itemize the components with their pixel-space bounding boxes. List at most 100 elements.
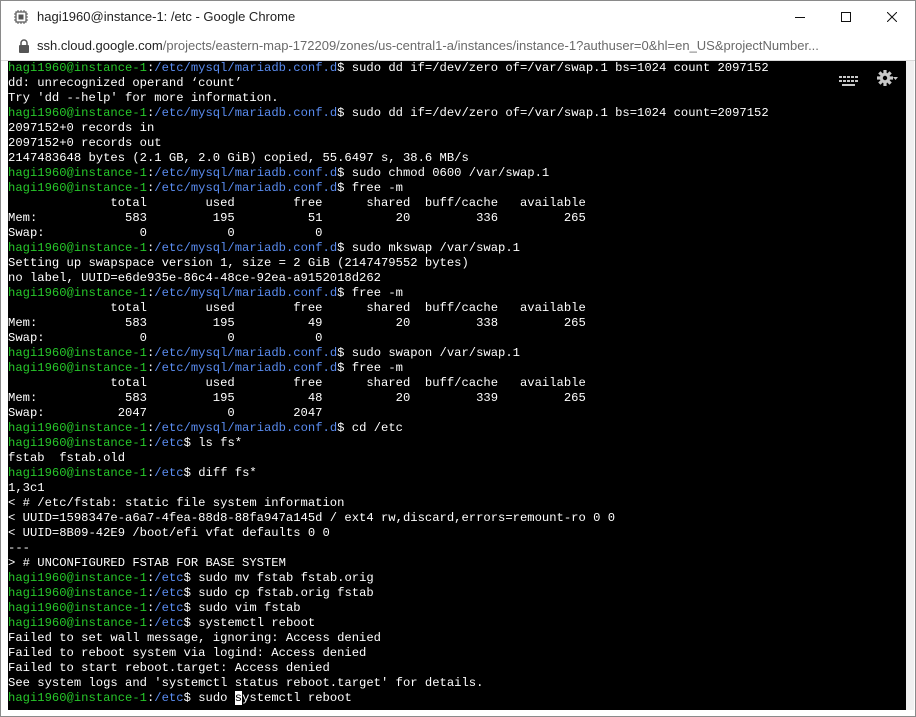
gear-icon[interactable] xyxy=(876,69,898,92)
command-text: cd /etc xyxy=(351,421,403,435)
title-bar[interactable]: hagi1960@instance-1: /etc - Google Chrom… xyxy=(1,1,915,32)
terminal-output-line: Swap: 0 0 0 xyxy=(8,331,769,346)
prompt-user: hagi1960@instance-1 xyxy=(8,106,147,120)
terminal-prompt-line: hagi1960@instance-1:/etc/mysql/mariadb.c… xyxy=(8,166,769,181)
output-text: Failed to start reboot.target: Access de… xyxy=(8,661,330,675)
prompt-path: /etc/mysql/mariadb.conf.d xyxy=(154,286,338,300)
address-bar[interactable]: ssh.cloud.google.com/projects/eastern-ma… xyxy=(1,32,915,61)
prompt-user: hagi1960@instance-1 xyxy=(8,586,147,600)
terminal-output-line: Try 'dd --help' for more information. xyxy=(8,91,769,106)
terminal-prompt-line: hagi1960@instance-1:/etc/mysql/mariadb.c… xyxy=(8,286,769,301)
terminal-prompt-line: hagi1960@instance-1:/etc$ sudo cp fstab.… xyxy=(8,586,769,601)
terminal-output-line: 2147483648 bytes (2.1 GB, 2.0 GiB) copie… xyxy=(8,151,769,166)
output-text: total used free shared buff/cache availa… xyxy=(8,376,586,390)
url-host: ssh.cloud.google.com xyxy=(37,38,163,53)
command-text: free -m xyxy=(351,286,403,300)
output-text: fstab fstab.old xyxy=(8,451,126,465)
terminal-output-line: --- xyxy=(8,541,769,556)
prompt-user: hagi1960@instance-1 xyxy=(8,181,147,195)
command-text: free -m xyxy=(351,361,403,375)
terminal-output-line: fstab fstab.old xyxy=(8,451,769,466)
command-text: ls fs* xyxy=(198,436,243,450)
window-title: hagi1960@instance-1: /etc - Google Chrom… xyxy=(37,9,296,24)
terminal-prompt-line: hagi1960@instance-1:/etc$ sudo vim fstab xyxy=(8,601,769,616)
lock-icon[interactable] xyxy=(18,39,30,53)
prompt-path: /etc/mysql/mariadb.conf.d xyxy=(154,421,338,435)
output-text: total used free shared buff/cache availa… xyxy=(8,196,586,210)
terminal-prompt-line: hagi1960@instance-1:/etc/mysql/mariadb.c… xyxy=(8,346,769,361)
close-icon xyxy=(887,11,897,22)
terminal-prompt-line: hagi1960@instance-1:/etc/mysql/mariadb.c… xyxy=(8,241,769,256)
command-text: sudo dd if=/dev/zero of=/var/swap.1 bs=1… xyxy=(351,61,769,75)
terminal-output-line: 2097152+0 records in xyxy=(8,121,769,136)
terminal-prompt-line: hagi1960@instance-1:/etc$ systemctl rebo… xyxy=(8,616,769,631)
output-text: 1,3c1 xyxy=(8,481,45,495)
output-text: 2097152+0 records out xyxy=(8,136,162,150)
command-text: diff fs* xyxy=(198,466,257,480)
terminal-cursor: s xyxy=(234,691,243,705)
output-text: < # /etc/fstab: static file system infor… xyxy=(8,496,345,510)
command-text: ystemctl reboot xyxy=(242,691,352,705)
terminal-output-line: < UUID=1598347e-a6a7-4fea-88d8-88fa947a1… xyxy=(8,511,769,526)
terminal-output-line: total used free shared buff/cache availa… xyxy=(8,376,769,391)
prompt-symbol: $ xyxy=(337,346,352,360)
command-text: sudo chmod 0600 /var/swap.1 xyxy=(351,166,550,180)
command-text: free -m xyxy=(351,181,403,195)
prompt-symbol: $ xyxy=(183,601,199,615)
output-text: dd: unrecognized operand ‘count’ xyxy=(8,76,243,90)
prompt-user: hagi1960@instance-1 xyxy=(8,286,147,300)
prompt-symbol: $ xyxy=(183,691,199,705)
keyboard-icon[interactable] xyxy=(838,73,860,89)
browser-window: hagi1960@instance-1: /etc - Google Chrom… xyxy=(0,0,916,717)
prompt-symbol: $ xyxy=(183,616,199,630)
prompt-symbol: $ xyxy=(337,241,352,255)
terminal-output-line: Setting up swapspace version 1, size = 2… xyxy=(8,256,769,271)
terminal-output-line: Failed to start reboot.target: Access de… xyxy=(8,661,769,676)
terminal-output-line: Swap: 0 0 0 xyxy=(8,226,769,241)
terminal-output-line: 1,3c1 xyxy=(8,481,769,496)
close-button[interactable] xyxy=(869,1,915,32)
output-text: Setting up swapspace version 1, size = 2… xyxy=(8,256,469,270)
prompt-path: /etc/mysql/mariadb.conf.d xyxy=(154,241,338,255)
prompt-symbol: $ xyxy=(183,436,199,450)
terminal-prompt-line: hagi1960@instance-1:/etc$ sudo mv fstab … xyxy=(8,571,769,586)
prompt-user: hagi1960@instance-1 xyxy=(8,61,147,75)
output-text: Mem: 583 195 51 20 336 265 xyxy=(8,211,586,225)
output-text: 2147483648 bytes (2.1 GB, 2.0 GiB) copie… xyxy=(8,151,469,165)
output-text: < UUID=1598347e-a6a7-4fea-88d8-88fa947a1… xyxy=(8,511,616,525)
command-text: sudo cp fstab.orig fstab xyxy=(198,586,374,600)
terminal-scrollbar[interactable] xyxy=(906,61,914,710)
prompt-symbol: $ xyxy=(337,106,352,120)
output-text: See system logs and 'systemctl status re… xyxy=(8,676,484,690)
window-bottom-border xyxy=(1,710,915,716)
output-text: Failed to set wall message, ignoring: Ac… xyxy=(8,631,381,645)
maximize-button[interactable] xyxy=(823,1,869,32)
terminal-prompt-line: hagi1960@instance-1:/etc/mysql/mariadb.c… xyxy=(8,361,769,376)
terminal-prompt-line: hagi1960@instance-1:/etc/mysql/mariadb.c… xyxy=(8,61,769,76)
prompt-user: hagi1960@instance-1 xyxy=(8,346,147,360)
ssh-terminal[interactable]: hagi1960@instance-1:/etc/mysql/mariadb.c… xyxy=(8,61,906,710)
prompt-path: /etc/mysql/mariadb.conf.d xyxy=(154,106,338,120)
terminal-prompt-line: hagi1960@instance-1:/etc$ sudo systemctl… xyxy=(8,691,769,706)
url-text[interactable]: ssh.cloud.google.com/projects/eastern-ma… xyxy=(37,38,819,53)
output-text: Mem: 583 195 49 20 338 265 xyxy=(8,316,586,330)
terminal-prompt-line: hagi1960@instance-1:/etc/mysql/mariadb.c… xyxy=(8,421,769,436)
output-text: Swap: 0 0 0 xyxy=(8,331,323,345)
minimize-button[interactable] xyxy=(777,1,823,32)
prompt-symbol: $ xyxy=(337,61,352,75)
terminal-prompt-line: hagi1960@instance-1:/etc$ ls fs* xyxy=(8,436,769,451)
prompt-user: hagi1960@instance-1 xyxy=(8,361,147,375)
prompt-path: /etc/mysql/mariadb.conf.d xyxy=(154,361,338,375)
chrome-app-icon[interactable] xyxy=(13,9,29,25)
url-path: /projects/eastern-map-172209/zones/us-ce… xyxy=(162,38,819,53)
prompt-symbol: $ xyxy=(337,361,352,375)
minimize-icon xyxy=(795,16,805,18)
output-text: Failed to reboot system via logind: Acce… xyxy=(8,646,367,660)
prompt-path: /etc/mysql/mariadb.conf.d xyxy=(154,61,338,75)
terminal-output-line: Failed to set wall message, ignoring: Ac… xyxy=(8,631,769,646)
terminal-output-line: > # UNCONFIGURED FSTAB FOR BASE SYSTEM xyxy=(8,556,769,571)
terminal-prompt-line: hagi1960@instance-1:/etc/mysql/mariadb.c… xyxy=(8,106,769,121)
output-text: > # UNCONFIGURED FSTAB FOR BASE SYSTEM xyxy=(8,556,286,570)
command-text: sudo dd if=/dev/zero of=/var/swap.1 bs=1… xyxy=(351,106,769,120)
terminal-output-line: Mem: 583 195 51 20 336 265 xyxy=(8,211,769,226)
